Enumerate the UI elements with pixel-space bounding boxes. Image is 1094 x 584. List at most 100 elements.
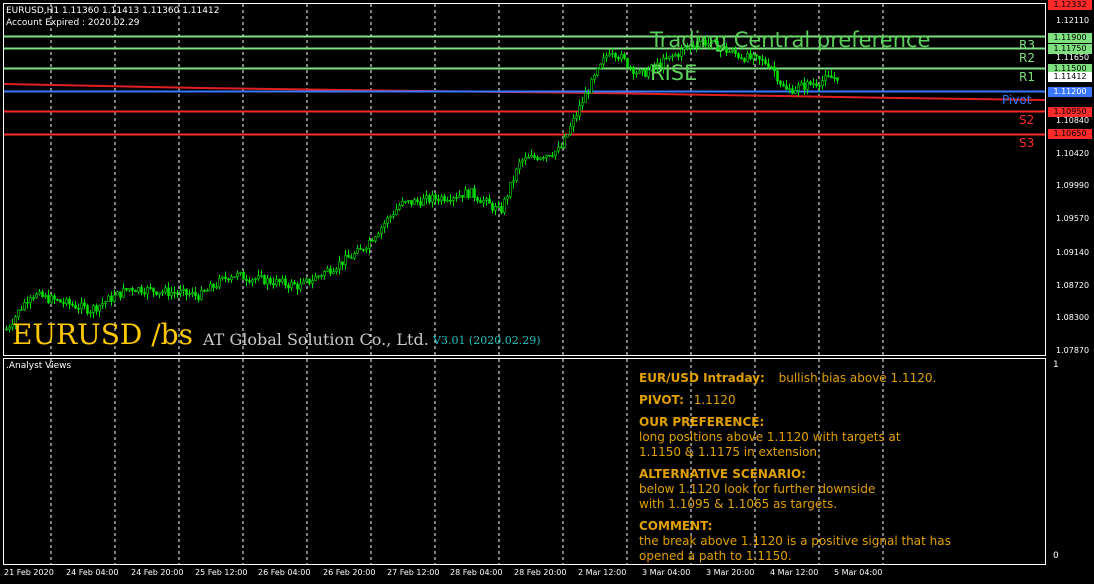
candle-body: [389, 215, 392, 219]
candle-body: [38, 291, 41, 295]
indicator-scale-bottom: 0: [1053, 551, 1059, 561]
candle-body: [311, 280, 314, 284]
candle-body: [818, 85, 821, 87]
candle-body: [275, 279, 278, 286]
candle-body: [89, 311, 92, 314]
candle-body: [299, 283, 302, 290]
time-tick: 3 Mar 04:00: [642, 568, 691, 577]
candle-body: [245, 278, 248, 281]
candle-body: [272, 282, 275, 286]
comment-line-2: opened a path to 1.1150.: [639, 549, 792, 563]
candle-body: [92, 305, 95, 313]
candle-body: [329, 268, 332, 274]
alternative-line-2: with 1.1095 & 1.1065 as targets.: [639, 497, 838, 511]
candle-body: [671, 55, 674, 58]
candle-body: [821, 80, 824, 87]
candle-body: [116, 291, 119, 296]
candle-body: [308, 278, 311, 284]
candle-body: [104, 301, 107, 304]
candle-body: [182, 288, 185, 291]
indicator-name: .Analyst Views: [6, 361, 72, 371]
candle-body: [56, 298, 59, 301]
candle-body: [404, 200, 407, 203]
candle-body: [497, 206, 500, 208]
candle-body: [437, 198, 440, 202]
candle-body: [218, 278, 221, 288]
candle-body: [374, 236, 377, 242]
candle-body: [140, 287, 143, 293]
candle-body: [50, 295, 53, 303]
candle-body: [800, 82, 803, 86]
candle-body: [596, 68, 599, 76]
candle-body: [482, 200, 485, 204]
price-tick: 1.11650: [1056, 53, 1090, 62]
candle-body: [68, 298, 71, 305]
candle-body: [410, 200, 413, 205]
candle-body: [491, 203, 494, 211]
candle-body: [611, 53, 614, 55]
candle-body: [368, 239, 371, 249]
comment-heading-text: COMMENT:: [639, 519, 713, 533]
analysis-bias: bullish bias above 1.1120.: [778, 371, 937, 385]
candle-body: [242, 272, 245, 280]
candle-body: [422, 198, 425, 206]
candle-body: [206, 290, 209, 292]
price-tag-pivot: 1.11200: [1048, 87, 1092, 97]
candle-body: [776, 70, 779, 82]
preference-title: Trading Central preference: [650, 28, 931, 52]
candle-body: [590, 78, 593, 94]
candle-body: [815, 83, 818, 86]
candle-body: [224, 276, 227, 280]
candle-body: [788, 88, 791, 91]
candle-body: [677, 53, 680, 57]
candle-body: [533, 155, 536, 158]
candle-body: [770, 66, 773, 69]
candle-body: [836, 77, 839, 81]
candle-body: [554, 150, 557, 157]
candle-body: [455, 197, 458, 199]
candle-body: [761, 58, 764, 61]
alternative-line-1: below 1.1120 look for further downside: [639, 482, 876, 496]
price-tick: 1.10420: [1056, 149, 1090, 158]
level-label-s3: S3: [1019, 136, 1035, 150]
candle-body: [413, 199, 416, 205]
candle-body: [524, 157, 527, 161]
candle-body: [617, 57, 620, 60]
candle-body: [209, 283, 212, 291]
candle-body: [569, 126, 572, 135]
candle-body: [341, 261, 344, 266]
candle-body: [137, 287, 140, 293]
candle-body: [17, 309, 20, 318]
time-tick: 3 Mar 20:00: [706, 568, 755, 577]
price-chart[interactable]: [0, 0, 1094, 584]
candle-body: [431, 194, 434, 203]
candle-body: [542, 157, 545, 159]
time-tick: 27 Feb 12:00: [387, 568, 440, 577]
indicator-scale-top: 1: [1053, 360, 1059, 370]
candle-body: [134, 290, 137, 293]
candle-body: [101, 303, 104, 306]
candle-body: [506, 196, 509, 200]
candle-body: [29, 297, 32, 303]
candle-body: [260, 275, 263, 277]
brand-symbol: EURUSD /bs: [12, 318, 193, 351]
candle-body: [197, 295, 200, 300]
time-tick: 21 Feb 2020: [4, 568, 54, 577]
candle-body: [35, 293, 38, 299]
candle-body: [8, 326, 11, 330]
candle-body: [290, 282, 293, 289]
candle-body: [827, 75, 830, 77]
candle-body: [86, 305, 89, 314]
candle-body: [263, 275, 266, 285]
candle-body: [152, 287, 155, 292]
candle-body: [467, 189, 470, 198]
candle-body: [551, 155, 554, 158]
candle-body: [350, 257, 353, 259]
candle-body: [146, 287, 149, 295]
brand-company: AT Global Solution Co., Ltd.: [203, 330, 429, 349]
candle-body: [161, 291, 164, 294]
candle-body: [353, 253, 356, 259]
candle-body: [113, 294, 116, 302]
candle-body: [23, 301, 26, 310]
brand-version: V3.01 (2020.02.29): [433, 334, 541, 347]
